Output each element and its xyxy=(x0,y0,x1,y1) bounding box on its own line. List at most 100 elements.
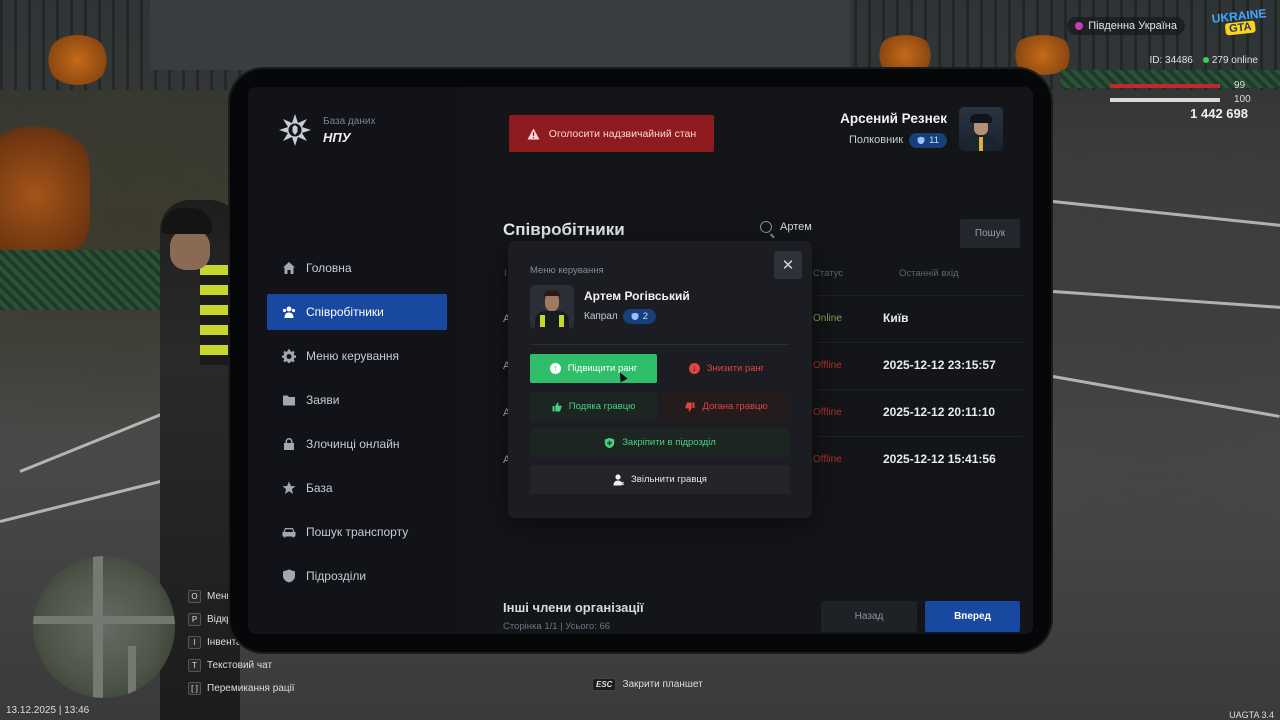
pagination-info: Сторінка 1/1 | Усього: 66 xyxy=(503,621,611,632)
demote-label: Знизити ранг xyxy=(706,363,765,374)
fire-player-button[interactable]: Звільнити гравця xyxy=(530,465,790,494)
avatar-cap xyxy=(970,114,992,123)
lock-icon xyxy=(284,438,294,450)
sidebar-item-database[interactable]: База xyxy=(267,470,447,506)
rank-level: 2 xyxy=(642,311,649,322)
avatar xyxy=(959,107,1003,151)
demote-button[interactable]: ↓ Знизити ранг xyxy=(663,354,790,383)
background-officer-vest xyxy=(200,265,230,365)
esc-label: Закрити планшет xyxy=(622,679,703,690)
search-field[interactable]: Артем xyxy=(760,221,812,233)
home-icon xyxy=(283,262,295,274)
divider xyxy=(530,344,790,345)
region-dot-icon xyxy=(1075,22,1084,30)
sidebar-item-applications[interactable]: Заяви xyxy=(267,382,447,418)
minimap-road xyxy=(128,646,136,698)
promote-button[interactable]: ↑ Підвищити ранг xyxy=(530,354,657,383)
minimap xyxy=(33,556,175,698)
key-hint-row: T Текстовий чат xyxy=(188,657,308,674)
thumbs-up-icon xyxy=(552,402,562,411)
server-info: ID: 34486 279 online xyxy=(1149,55,1258,66)
health-bar-fill xyxy=(1110,84,1219,88)
esc-key: ESC xyxy=(592,678,617,691)
sidebar-item-home[interactable]: Головна xyxy=(267,250,447,286)
car-icon xyxy=(282,528,296,538)
sidebar-item-label: Пошук транспорту xyxy=(306,525,409,539)
sidebar-item-label: Заяви xyxy=(306,393,340,407)
next-button[interactable]: Вперед xyxy=(925,601,1020,632)
key-cap: [ ] xyxy=(188,682,201,695)
background-shrub xyxy=(45,35,110,85)
rank-badge: 2 xyxy=(622,309,657,324)
search-button[interactable]: Пошук xyxy=(960,219,1020,248)
search-input[interactable]: Артем xyxy=(780,221,812,233)
emergency-button-label: Оголосити надзвичайний стан xyxy=(548,127,697,140)
brand-subtitle: База даних xyxy=(323,115,376,127)
tablet-screen: База даних НПУ Головна Співробітники Мен… xyxy=(248,87,1033,634)
date-time: 13.12.2025 | 13:46 xyxy=(6,705,90,716)
money-display: 1 442 698 xyxy=(1190,106,1248,121)
sidebar-item-label: Злочинці онлайн xyxy=(306,437,400,451)
logo-line2: GTA xyxy=(1224,20,1257,36)
sidebar-item-employees[interactable]: Співробітники xyxy=(267,294,447,330)
rank-badge: 11 xyxy=(909,132,947,148)
reprimand-label: Догана гравцю xyxy=(702,401,768,412)
row-status: Offline xyxy=(813,360,842,371)
row-status: Offline xyxy=(813,407,842,418)
column-header-status: Статус xyxy=(813,268,844,279)
user-profile[interactable]: Арсений Резнек Полковник 11 xyxy=(840,107,1003,151)
background-building xyxy=(150,0,850,70)
key-hint-label: Текстовий чат xyxy=(207,660,273,671)
sidebar-item-vehicle-search[interactable]: Пошук транспорту xyxy=(267,514,447,550)
row-last-login: 2025-12-12 23:15:57 xyxy=(883,358,996,372)
sidebar-item-label: Головна xyxy=(306,261,352,275)
row-last-login: Київ xyxy=(883,311,909,325)
emergency-button[interactable]: Оголосити надзвичайний стан xyxy=(509,115,714,152)
sidebar-item-criminals-online[interactable]: Злочинці онлайн xyxy=(267,426,447,462)
road-marking xyxy=(1052,200,1280,228)
thanks-button[interactable]: Подяка гравцю xyxy=(530,392,657,421)
promote-label: Підвищити ранг xyxy=(567,363,638,374)
region-indicator: Південна Україна xyxy=(1067,17,1185,35)
reprimand-button[interactable]: Догана гравцю xyxy=(663,392,790,421)
back-button[interactable]: Назад xyxy=(821,601,917,632)
sidebar-item-control-menu[interactable]: Меню керування xyxy=(267,338,447,374)
thumbs-down-icon xyxy=(685,402,695,411)
esc-hint: ESC Закрити планшет xyxy=(592,678,703,691)
folder-icon xyxy=(283,395,295,406)
sidebar-item-divisions[interactable]: Підрозділи xyxy=(267,558,447,594)
sidebar-item-label: База xyxy=(306,481,333,495)
assign-division-label: Закріпити в підрозділ xyxy=(622,437,716,448)
key-cap: P xyxy=(188,613,201,626)
employee-avatar xyxy=(530,285,574,329)
employee-rank: Капрал xyxy=(584,311,618,322)
other-members-title: Інші члени організації xyxy=(503,600,644,615)
tablet-frame: База даних НПУ Головна Співробітники Мен… xyxy=(228,67,1053,654)
rank-level: 11 xyxy=(929,134,939,146)
key-hint-row: [ ] Перемикання рації xyxy=(188,680,308,697)
version-label: UAGTA 3.4 xyxy=(1229,710,1274,720)
road-marking xyxy=(1052,290,1280,310)
gear-icon xyxy=(282,349,296,363)
sidebar-item-label: Співробітники xyxy=(306,305,384,319)
health-value: 99 xyxy=(1234,80,1246,91)
row-last-login: 2025-12-12 20:11:10 xyxy=(883,405,996,419)
armor-bar xyxy=(1110,98,1220,102)
close-button[interactable]: ✕ xyxy=(774,251,802,279)
armor-value: 100 xyxy=(1234,94,1251,105)
key-cap: I xyxy=(188,636,201,649)
users-icon xyxy=(282,306,296,318)
player-id: ID: 34486 xyxy=(1149,55,1193,66)
region-label: Південна Україна xyxy=(1088,20,1177,32)
column-header-last-login: Останній вхід xyxy=(899,268,959,279)
online-dot-icon xyxy=(1202,57,1209,63)
assign-division-button[interactable]: Закріпити в підрозділ xyxy=(530,428,790,457)
shield-plus-icon xyxy=(604,437,615,448)
key-cap: O xyxy=(188,590,201,603)
health-bar xyxy=(1110,84,1220,88)
sidebar: База даних НПУ Головна Співробітники Мен… xyxy=(248,87,463,634)
avatar-stripe xyxy=(979,137,983,151)
avatar-hair xyxy=(544,290,560,296)
row-status: Offline xyxy=(813,454,842,465)
avatar-vest xyxy=(559,315,564,327)
